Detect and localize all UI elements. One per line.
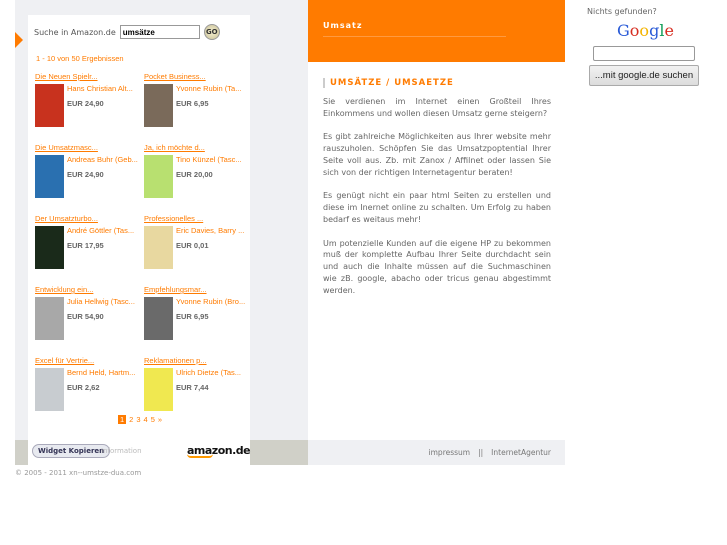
page-link-1[interactable]: 1 bbox=[118, 415, 127, 424]
paragraph: Sie verdienen im Internet einen Großteil… bbox=[323, 97, 551, 118]
product-item: Excel für Vertrie... Bernd Held, Hartm..… bbox=[35, 356, 144, 420]
internetagentur-link[interactable]: InternetAgentur bbox=[491, 448, 551, 457]
product-price: EUR 24,90 bbox=[67, 170, 104, 179]
product-title-link[interactable]: Excel für Vertrie... bbox=[35, 356, 144, 365]
product-title-link[interactable]: Der Umsatzturbo... bbox=[35, 214, 144, 223]
product-title-link[interactable]: Professionelles ... bbox=[144, 214, 250, 223]
product-author-link[interactable]: Andreas Buhr (Geb... bbox=[67, 155, 143, 164]
product-price: EUR 0,01 bbox=[176, 241, 209, 250]
header-banner bbox=[308, 0, 565, 62]
product-item: Reklamationen p... Ulrich Dietze (Tas...… bbox=[144, 356, 250, 420]
google-logo: Google bbox=[617, 21, 674, 40]
product-grid: Die Neuen Spielr... Hans Christian Alt..… bbox=[35, 72, 250, 420]
book-cover-image[interactable] bbox=[144, 84, 173, 127]
go-button[interactable]: GO bbox=[203, 24, 220, 40]
paragraph: Um potenzielle Kunden auf die eigene HP … bbox=[323, 238, 551, 295]
product-item: Der Umsatzturbo... André Göttler (Tas...… bbox=[35, 214, 144, 278]
product-item: Entwicklung ein... Julia Hellwig (Tasc..… bbox=[35, 285, 144, 349]
results-count: 1 - 10 von 50 Ergebnissen bbox=[36, 54, 124, 63]
book-cover-image[interactable] bbox=[35, 226, 64, 269]
product-author-link[interactable]: André Göttler (Tas... bbox=[67, 226, 143, 235]
book-cover-image[interactable] bbox=[35, 297, 64, 340]
product-item: Die Neuen Spielr... Hans Christian Alt..… bbox=[35, 72, 144, 136]
product-price: EUR 20,00 bbox=[176, 170, 213, 179]
product-title-link[interactable]: Die Umsatzmasc... bbox=[35, 143, 144, 152]
product-price: EUR 6,95 bbox=[176, 312, 209, 321]
book-cover-image[interactable] bbox=[144, 297, 173, 340]
product-title-link[interactable]: Die Neuen Spielr... bbox=[35, 72, 144, 81]
book-cover-image[interactable] bbox=[35, 155, 64, 198]
product-author-link[interactable]: Bernd Held, Hartm... bbox=[67, 368, 143, 377]
google-search-input[interactable] bbox=[593, 46, 695, 61]
product-author-link[interactable]: Ulrich Dietze (Tas... bbox=[176, 368, 252, 377]
product-author-link[interactable]: Julia Hellwig (Tasc... bbox=[67, 297, 143, 306]
google-search-button[interactable]: ...mit google.de suchen bbox=[589, 65, 699, 86]
page-link-5[interactable]: 5 bbox=[151, 415, 155, 424]
arrow-marker-icon bbox=[15, 32, 23, 48]
product-price: EUR 17,95 bbox=[67, 241, 104, 250]
product-price: EUR 54,90 bbox=[67, 312, 104, 321]
pagination: 1 2 3 4 5» bbox=[118, 415, 162, 424]
product-price: EUR 2,62 bbox=[67, 383, 100, 392]
copyright: © 2005 - 2011 xn--umstze-dua.com bbox=[15, 469, 142, 477]
product-price: EUR 7,44 bbox=[176, 383, 209, 392]
footer-left-block bbox=[15, 440, 28, 465]
product-author-link[interactable]: Tino Künzel (Tasc... bbox=[176, 155, 252, 164]
page-link-2[interactable]: 2 bbox=[129, 415, 133, 424]
paragraph: Es genügt nicht ein paar html Seiten zu … bbox=[323, 191, 551, 224]
product-title-link[interactable]: Ja, ich möchte d... bbox=[144, 143, 250, 152]
page-link-6[interactable]: » bbox=[158, 415, 162, 424]
book-cover-image[interactable] bbox=[35, 84, 64, 127]
product-price: EUR 24,90 bbox=[67, 99, 104, 108]
google-prompt: Nichts gefunden? bbox=[587, 7, 657, 16]
footer-separator: || bbox=[478, 448, 484, 457]
amazon-search-label: Suche in Amazon.de bbox=[34, 27, 116, 37]
amazon-search-row: Suche in Amazon.de GO bbox=[34, 24, 220, 40]
product-title-link[interactable]: Reklamationen p... bbox=[144, 356, 250, 365]
product-title-link[interactable]: Pocket Business... bbox=[144, 72, 250, 81]
page-link-3[interactable]: 3 bbox=[136, 415, 140, 424]
header-title: Umsatz bbox=[323, 21, 363, 30]
product-item: Die Umsatzmasc... Andreas Buhr (Geb... E… bbox=[35, 143, 144, 207]
content-heading: UMSÄTZE / UMSAETZE bbox=[323, 78, 454, 88]
product-item: Pocket Business... Yvonne Rubin (Ta... E… bbox=[144, 72, 250, 136]
product-author-link[interactable]: Yvonne Rubin (Bro... bbox=[176, 297, 252, 306]
product-author-link[interactable]: Eric Davies, Barry ... bbox=[176, 226, 252, 235]
information-link[interactable]: Information bbox=[101, 447, 142, 455]
product-title-link[interactable]: Empfehlungsmar... bbox=[144, 285, 250, 294]
amazon-logo[interactable]: amazon.de bbox=[187, 444, 251, 458]
book-cover-image[interactable] bbox=[35, 368, 64, 411]
product-title-link[interactable]: Entwicklung ein... bbox=[35, 285, 144, 294]
content-text: Sie verdienen im Internet einen Großteil… bbox=[323, 96, 551, 308]
book-cover-image[interactable] bbox=[144, 368, 173, 411]
product-price: EUR 6,95 bbox=[176, 99, 209, 108]
footer-mid-block bbox=[250, 440, 308, 465]
amazon-logo-text: amazon.de bbox=[187, 444, 251, 457]
paragraph: Es gibt zahlreiche Möglichkeiten aus Ihr… bbox=[323, 132, 551, 177]
product-author-link[interactable]: Yvonne Rubin (Ta... bbox=[176, 84, 252, 93]
product-item: Ja, ich möchte d... Tino Künzel (Tasc...… bbox=[144, 143, 250, 207]
product-author-link[interactable]: Hans Christian Alt... bbox=[67, 84, 143, 93]
product-item: Professionelles ... Eric Davies, Barry .… bbox=[144, 214, 250, 278]
book-cover-image[interactable] bbox=[144, 226, 173, 269]
site-footer: impressum || InternetAgentur bbox=[308, 440, 565, 465]
impressum-link[interactable]: impressum bbox=[429, 448, 471, 457]
page-link-4[interactable]: 4 bbox=[144, 415, 148, 424]
book-cover-image[interactable] bbox=[144, 155, 173, 198]
product-item: Empfehlungsmar... Yvonne Rubin (Bro... E… bbox=[144, 285, 250, 349]
widget-copy-button[interactable]: Widget Kopieren bbox=[32, 444, 111, 458]
header-divider bbox=[323, 36, 506, 37]
amazon-search-input[interactable] bbox=[119, 25, 200, 39]
